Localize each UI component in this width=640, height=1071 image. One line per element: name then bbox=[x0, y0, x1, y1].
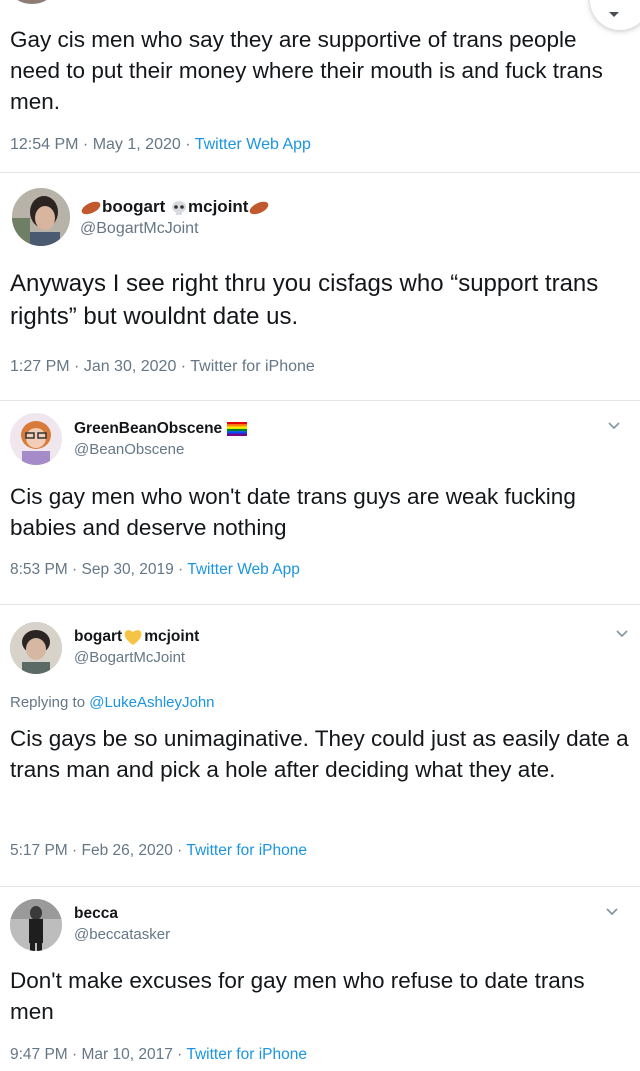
chevron-down-icon[interactable] bbox=[604, 903, 620, 919]
avatar-image bbox=[10, 899, 62, 951]
replying-to: Replying to @LukeAshleyJohn bbox=[10, 694, 215, 711]
avatar-partial[interactable] bbox=[12, 0, 52, 4]
tweet-text: Cis gays be so unimaginative. They could… bbox=[10, 726, 629, 783]
handle[interactable]: @BeanObscene bbox=[74, 441, 184, 458]
tweet-text: Anyways I see right thru you cisfags who… bbox=[10, 270, 599, 331]
tweet-meta: 1:27 PM · Jan 30, 2020 · Twitter for iPh… bbox=[10, 358, 315, 375]
skull-emoji-icon bbox=[172, 200, 187, 215]
avatar[interactable] bbox=[12, 188, 70, 246]
tweet-text: Don't make excuses for gay men who refus… bbox=[10, 968, 585, 1025]
display-name[interactable]: boogart mcjoint bbox=[80, 197, 270, 217]
chevron-down-icon bbox=[609, 12, 619, 17]
tweet-time[interactable]: 12:54 PM bbox=[10, 136, 78, 153]
tweet-meta: 9:47 PM · Mar 10, 2017 · Twitter for iPh… bbox=[10, 1046, 307, 1063]
tweet-source[interactable]: Twitter for iPhone bbox=[190, 358, 315, 375]
tweet-date[interactable]: Sep 30, 2019 bbox=[82, 561, 174, 578]
sausage-emoji-icon bbox=[81, 201, 101, 214]
avatar[interactable] bbox=[10, 899, 62, 951]
tweet-date[interactable]: Jan 30, 2020 bbox=[84, 358, 177, 375]
tweet-date[interactable]: Mar 10, 2017 bbox=[82, 1046, 173, 1063]
avatar-image bbox=[12, 188, 70, 246]
tweet-3[interactable]: GreenBeanObscene @BeanObscene Cis gay me… bbox=[0, 401, 640, 601]
tweet-text: Cis gay men who won't date trans guys ar… bbox=[10, 484, 576, 541]
tweet-source[interactable]: Twitter Web App bbox=[187, 561, 300, 578]
tweet-meta: 12:54 PM · May 1, 2020 · Twitter Web App bbox=[10, 136, 311, 153]
tweet-5[interactable]: becca @beccatasker Don't make excuses fo… bbox=[0, 887, 640, 1071]
display-name[interactable]: GreenBeanObscene bbox=[74, 420, 247, 438]
handle[interactable]: @BogartMcJoint bbox=[80, 220, 199, 238]
tweet-date[interactable]: May 1, 2020 bbox=[93, 136, 181, 153]
display-name[interactable]: bogart mcjoint bbox=[74, 628, 199, 646]
tweet-source[interactable]: Twitter for iPhone bbox=[186, 842, 307, 859]
yellow-heart-emoji-icon bbox=[124, 630, 142, 645]
tweet-meta: 5:17 PM · Feb 26, 2020 · Twitter for iPh… bbox=[10, 842, 307, 859]
avatar-image bbox=[10, 413, 62, 465]
tweet-2[interactable]: boogart mcjoint @BogartMcJoint Anyways I… bbox=[0, 173, 640, 393]
tweet-time[interactable]: 8:53 PM bbox=[10, 561, 68, 578]
rainbow-flag-emoji-icon bbox=[226, 421, 247, 436]
tweet-time[interactable]: 5:17 PM bbox=[10, 842, 68, 859]
avatar[interactable] bbox=[10, 413, 62, 465]
tweet-source[interactable]: Twitter Web App bbox=[195, 136, 311, 153]
chevron-down-icon[interactable] bbox=[614, 625, 630, 641]
avatar[interactable] bbox=[10, 622, 62, 674]
tweet-source[interactable]: Twitter for iPhone bbox=[186, 1046, 307, 1063]
sausage-emoji-icon bbox=[250, 201, 269, 214]
tweet-1[interactable]: Gay cis men who say they are supportive … bbox=[0, 0, 640, 176]
display-name[interactable]: becca bbox=[74, 905, 118, 923]
chevron-down-icon[interactable] bbox=[606, 417, 622, 433]
tweet-meta: 8:53 PM · Sep 30, 2019 · Twitter Web App bbox=[10, 561, 300, 578]
tweet-text: Gay cis men who say they are supportive … bbox=[10, 27, 603, 115]
tweet-time[interactable]: 9:47 PM bbox=[10, 1046, 68, 1063]
tweet-date[interactable]: Feb 26, 2020 bbox=[82, 842, 173, 859]
avatar-image bbox=[10, 622, 62, 674]
mention-link[interactable]: @LukeAshleyJohn bbox=[89, 694, 214, 711]
handle[interactable]: @BogartMcJoint bbox=[74, 649, 185, 666]
tweet-4[interactable]: bogart mcjoint @BogartMcJoint Replying to… bbox=[0, 605, 640, 883]
tweet-time[interactable]: 1:27 PM bbox=[10, 358, 70, 375]
handle[interactable]: @beccatasker bbox=[74, 926, 170, 943]
